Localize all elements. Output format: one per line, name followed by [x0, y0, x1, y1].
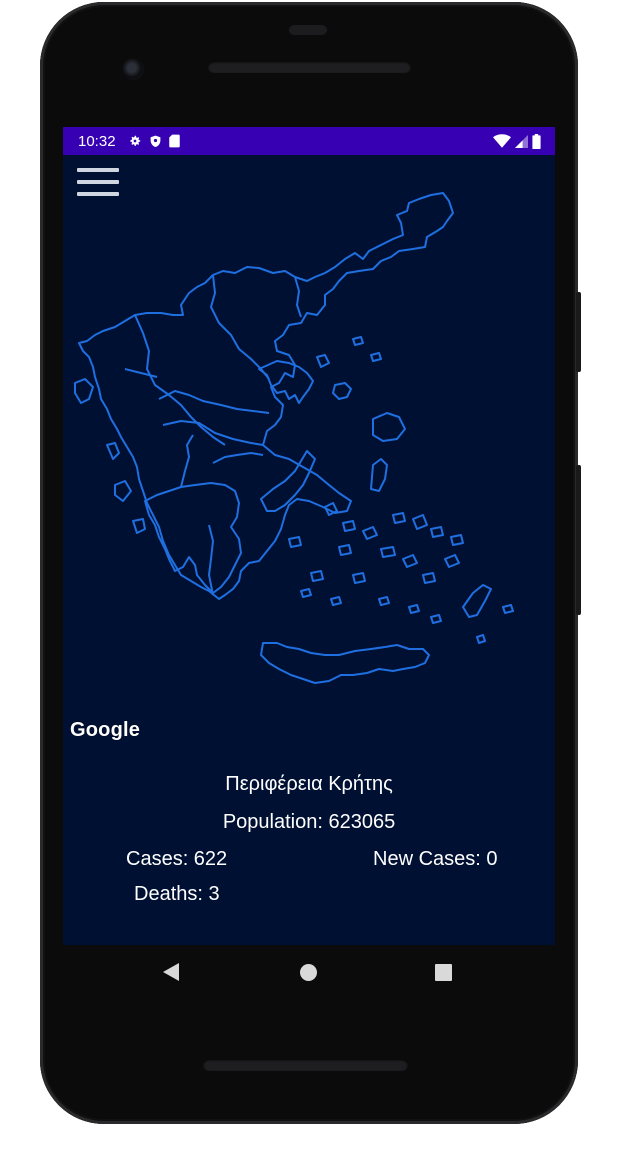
region-border [294, 276, 302, 318]
gear-icon [129, 135, 140, 146]
power-button [576, 292, 581, 372]
home-circle-icon[interactable] [300, 964, 317, 981]
wifi-icon [493, 134, 511, 148]
region-border [180, 434, 194, 488]
chalkidiki-outline [258, 360, 314, 404]
island [342, 520, 356, 532]
back-triangle-icon[interactable] [163, 963, 179, 981]
menu-bar [77, 168, 119, 172]
lesbos-outline [372, 412, 406, 442]
chios-outline [370, 458, 388, 492]
kefalonia-outline [114, 480, 132, 502]
app-screen: 10:32 Google Περιφέρεια Κρήτης Populatio… [63, 127, 555, 945]
cell-signal-icon [515, 134, 528, 148]
lefkada-outline [106, 442, 120, 460]
island [310, 570, 324, 582]
euboea-outline [260, 450, 316, 512]
greece-map[interactable] [63, 155, 555, 755]
region-border [208, 524, 214, 596]
island [352, 572, 366, 584]
status-time: 10:32 [78, 132, 116, 150]
island [300, 588, 312, 598]
island [380, 546, 396, 558]
region-name: Περιφέρεια Κρήτης [225, 773, 393, 795]
island [288, 536, 302, 548]
island [338, 544, 352, 556]
region-border [158, 390, 270, 414]
cases-text: Cases: 622 [126, 848, 228, 870]
region-border [210, 274, 270, 380]
menu-bar [77, 180, 119, 184]
island [408, 604, 420, 614]
zakynthos-outline [132, 518, 146, 534]
google-logo: Google [70, 719, 141, 741]
hamburger-menu-icon[interactable] [77, 168, 119, 204]
population-text: Population: 623065 [222, 811, 396, 833]
android-nav-bar [63, 945, 555, 1001]
sd-card-icon [168, 134, 180, 148]
island [502, 604, 514, 614]
top-speaker [208, 61, 411, 73]
menu-bar [77, 192, 119, 196]
thasos-outline [316, 354, 330, 368]
island [392, 512, 406, 524]
mainland-outline [78, 192, 454, 600]
island [430, 526, 444, 538]
island [362, 526, 378, 540]
corfu-outline [74, 378, 94, 404]
earpiece [289, 25, 327, 35]
deaths-text: Deaths: 3 [134, 883, 220, 905]
battery-icon [532, 133, 541, 149]
island [430, 614, 442, 624]
status-bar: 10:32 [63, 127, 555, 155]
rhodes-outline [462, 584, 492, 618]
region-border [162, 420, 264, 446]
lemnos-outline [332, 382, 352, 400]
island [412, 514, 428, 530]
crete-outline [260, 642, 430, 684]
front-camera [122, 58, 144, 80]
bottom-speaker [203, 1059, 408, 1071]
recents-square-icon[interactable] [435, 964, 452, 981]
island [402, 554, 418, 568]
status-system-icons [493, 133, 541, 149]
island [444, 554, 460, 568]
region-border [212, 452, 264, 464]
peloponnese-outline [144, 482, 242, 594]
volume-button [576, 465, 581, 615]
island [422, 572, 436, 584]
samothrace-outline [352, 336, 364, 346]
island [370, 352, 382, 362]
shield-icon [150, 135, 160, 147]
island [378, 596, 390, 606]
region-border [124, 368, 158, 378]
island [450, 534, 464, 546]
status-notification-icons [128, 134, 180, 148]
region-border [134, 314, 226, 446]
new-cases-text: New Cases: 0 [373, 848, 498, 870]
island [330, 596, 342, 606]
island [476, 634, 486, 644]
